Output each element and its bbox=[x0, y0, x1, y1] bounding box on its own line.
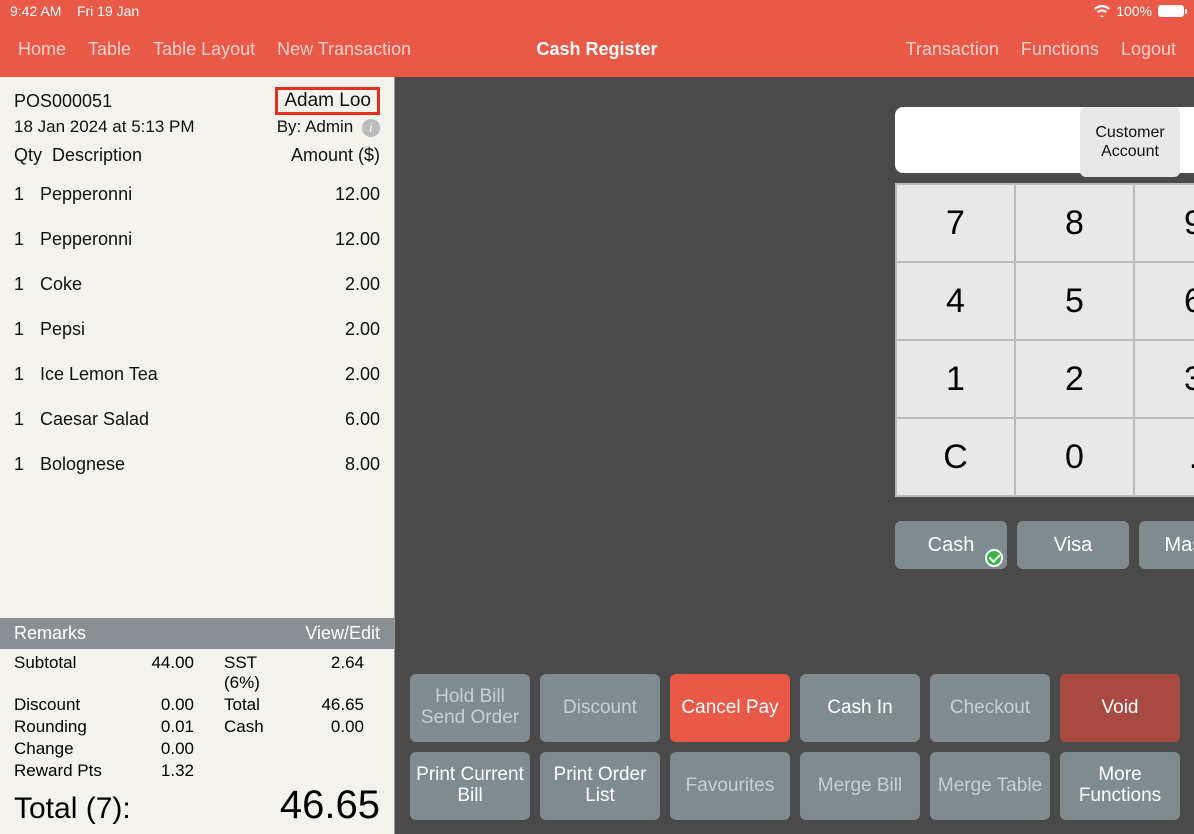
customer-name[interactable]: Adam Loo bbox=[275, 87, 380, 115]
bottom-button-grid: Hold Bill Send Order Discount Cancel Pay… bbox=[0, 674, 1194, 834]
nav-new-transaction[interactable]: New Transaction bbox=[277, 39, 411, 60]
remarks-label: Remarks bbox=[14, 623, 86, 644]
items-list: 1Pepperonni12.00 1Pepperonni12.00 1Coke2… bbox=[0, 172, 394, 487]
key-clear[interactable]: C bbox=[896, 418, 1015, 496]
merge-bill-button[interactable]: Merge Bill bbox=[800, 752, 920, 820]
key-4[interactable]: 4 bbox=[896, 262, 1015, 340]
key-dot[interactable]: . bbox=[1134, 418, 1194, 496]
list-item[interactable]: 1Pepsi2.00 bbox=[14, 307, 380, 352]
key-2[interactable]: 2 bbox=[1015, 340, 1134, 418]
more-functions-button[interactable]: More Functions bbox=[1060, 752, 1180, 820]
key-3[interactable]: 3 bbox=[1134, 340, 1194, 418]
nav-home[interactable]: Home bbox=[18, 39, 66, 60]
nav-bar: Home Table Table Layout New Transaction … bbox=[0, 22, 1194, 77]
page-title: Cash Register bbox=[536, 39, 657, 60]
wifi-icon bbox=[1094, 5, 1110, 17]
list-item[interactable]: 1Pepperonni12.00 bbox=[14, 172, 380, 217]
battery-percent: 100% bbox=[1116, 3, 1152, 19]
key-8[interactable]: 8 bbox=[1015, 184, 1134, 262]
list-item[interactable]: 1Caesar Salad6.00 bbox=[14, 397, 380, 442]
void-button[interactable]: Void bbox=[1060, 674, 1180, 742]
list-item[interactable]: 1Ice Lemon Tea2.00 bbox=[14, 352, 380, 397]
hold-bill-button[interactable]: Hold Bill Send Order bbox=[410, 674, 530, 742]
nav-table-layout[interactable]: Table Layout bbox=[153, 39, 255, 60]
battery-icon bbox=[1158, 5, 1184, 17]
key-1[interactable]: 1 bbox=[896, 340, 1015, 418]
pay-visa-button[interactable]: Visa bbox=[1017, 521, 1129, 569]
check-icon bbox=[985, 549, 1003, 567]
col-desc: Description bbox=[52, 145, 142, 165]
status-time: 9:42 AM bbox=[10, 3, 61, 19]
key-5[interactable]: 5 bbox=[1015, 262, 1134, 340]
status-date: Fri 19 Jan bbox=[77, 3, 139, 19]
nav-functions[interactable]: Functions bbox=[1021, 39, 1099, 60]
receipt-id: POS000051 bbox=[14, 91, 112, 112]
pay-cash-button[interactable]: Cash bbox=[895, 521, 1007, 569]
checkout-button[interactable]: Checkout bbox=[930, 674, 1050, 742]
list-item[interactable]: 1Pepperonni12.00 bbox=[14, 217, 380, 262]
cash-in-button[interactable]: Cash In bbox=[800, 674, 920, 742]
info-icon[interactable]: i bbox=[362, 119, 380, 137]
nav-table[interactable]: Table bbox=[88, 39, 131, 60]
col-qty: Qty bbox=[14, 145, 42, 165]
nav-transaction[interactable]: Transaction bbox=[906, 39, 999, 60]
remarks-action[interactable]: View/Edit bbox=[305, 623, 380, 644]
pay-master-button[interactable]: Master bbox=[1139, 521, 1194, 569]
receipt-datetime: 18 Jan 2024 at 5:13 PM bbox=[14, 117, 195, 137]
key-7[interactable]: 7 bbox=[896, 184, 1015, 262]
remarks-bar[interactable]: Remarks View/Edit bbox=[0, 618, 394, 649]
discount-button[interactable]: Discount bbox=[540, 674, 660, 742]
key-6[interactable]: 6 bbox=[1134, 262, 1194, 340]
list-item[interactable]: 1Coke2.00 bbox=[14, 262, 380, 307]
keypad: 7 8 9 10 4 5 6 20 1 2 3 50 C 0 . Exact bbox=[895, 183, 1194, 497]
print-current-bill-button[interactable]: Print Current Bill bbox=[410, 752, 530, 820]
nav-logout[interactable]: Logout bbox=[1121, 39, 1176, 60]
col-amount: Amount ($) bbox=[291, 145, 380, 166]
key-9[interactable]: 9 bbox=[1134, 184, 1194, 262]
receipt-by: By: Admin bbox=[277, 117, 354, 136]
merge-table-button[interactable]: Merge Table bbox=[930, 752, 1050, 820]
list-item[interactable]: 1Bolognese8.00 bbox=[14, 442, 380, 487]
key-0[interactable]: 0 bbox=[1015, 418, 1134, 496]
print-order-list-button[interactable]: Print Order List bbox=[540, 752, 660, 820]
cancel-pay-button[interactable]: Cancel Pay bbox=[670, 674, 790, 742]
favourites-button[interactable]: Favourites bbox=[670, 752, 790, 820]
customer-account-button[interactable]: Customer Account bbox=[1080, 107, 1180, 177]
status-bar: 9:42 AM Fri 19 Jan 100% bbox=[0, 0, 1194, 22]
